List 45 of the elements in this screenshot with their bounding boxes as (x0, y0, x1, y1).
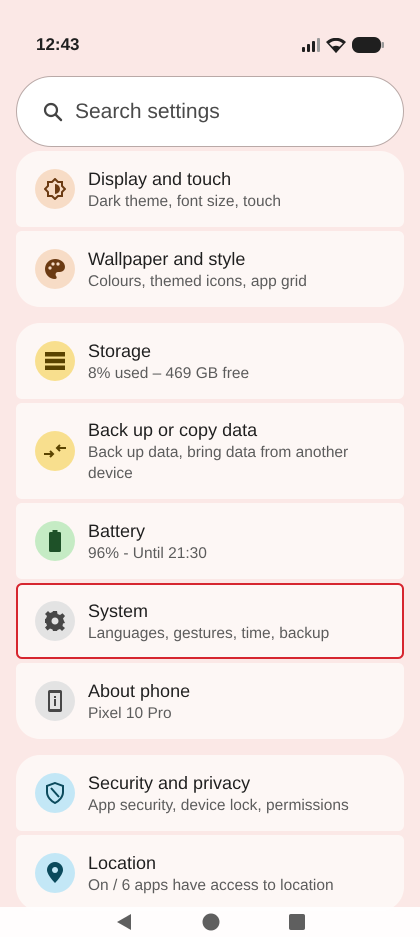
storage-icon (45, 352, 65, 370)
search-field[interactable]: Search settings (16, 76, 404, 147)
settings-item[interactable]: About phone Pixel 10 Pro (16, 663, 404, 739)
item-title: Back up or copy data (88, 419, 258, 442)
settings-item[interactable]: System Languages, gestures, time, backup (16, 583, 404, 659)
item-subtitle: On / 6 apps have access to location (88, 876, 334, 896)
item-subtitle: Colours, themed icons, app grid (88, 272, 307, 292)
back-icon[interactable] (114, 913, 133, 931)
item-subtitle: 96% - Until 21:30 (88, 544, 207, 564)
wifi-icon (326, 38, 346, 52)
settings-item[interactable]: Display and touch Dark theme, font size, touch (16, 151, 404, 227)
settings-item[interactable]: Wallpaper and style Colours, themed icons, app grid (16, 231, 404, 307)
item-subtitle: App security, device lock, permissions (88, 796, 349, 816)
item-subtitle: Dark theme, font size, touch (88, 192, 281, 212)
item-title: Location (88, 852, 158, 874)
settings-item[interactable]: Storage 8% used – 469 GB free (16, 323, 404, 399)
item-title: Display and touch (88, 168, 232, 190)
status-time: 12:43 (36, 34, 80, 56)
search-icon (43, 102, 63, 122)
gear-icon (44, 610, 66, 632)
settings-item[interactable]: Back up or copy data Back up data, bring data from another device (16, 403, 404, 499)
item-title: Storage (88, 340, 152, 362)
item-title: Security and privacy (88, 772, 252, 794)
settings-item[interactable]: Security and privacy App security, device lock, permissions (16, 755, 404, 831)
shield-icon (46, 782, 64, 804)
recents-icon[interactable] (289, 914, 306, 930)
palette-icon (44, 258, 66, 280)
battery-icon (352, 37, 384, 53)
home-icon[interactable] (202, 913, 220, 931)
brightness-icon (44, 178, 66, 200)
item-subtitle: Back up data, bring data from another device (88, 443, 350, 484)
signal-icon (302, 38, 320, 52)
item-title: System (88, 600, 150, 622)
item-title: About phone (88, 680, 190, 702)
arrows-icon (44, 443, 66, 459)
search-input[interactable]: Search settings (75, 96, 375, 128)
item-subtitle: Languages, gestures, time, backup (88, 624, 330, 644)
item-subtitle: 8% used – 469 GB free (88, 364, 250, 384)
item-title: Battery (88, 520, 146, 542)
item-title: Wallpaper and style (88, 248, 246, 270)
phone-info-icon (48, 690, 62, 712)
location-pin-icon (46, 862, 64, 884)
battery-icon (49, 530, 61, 552)
item-subtitle: Pixel 10 Pro (88, 704, 173, 724)
settings-item[interactable]: Battery 96% - Until 21:30 (16, 503, 404, 579)
